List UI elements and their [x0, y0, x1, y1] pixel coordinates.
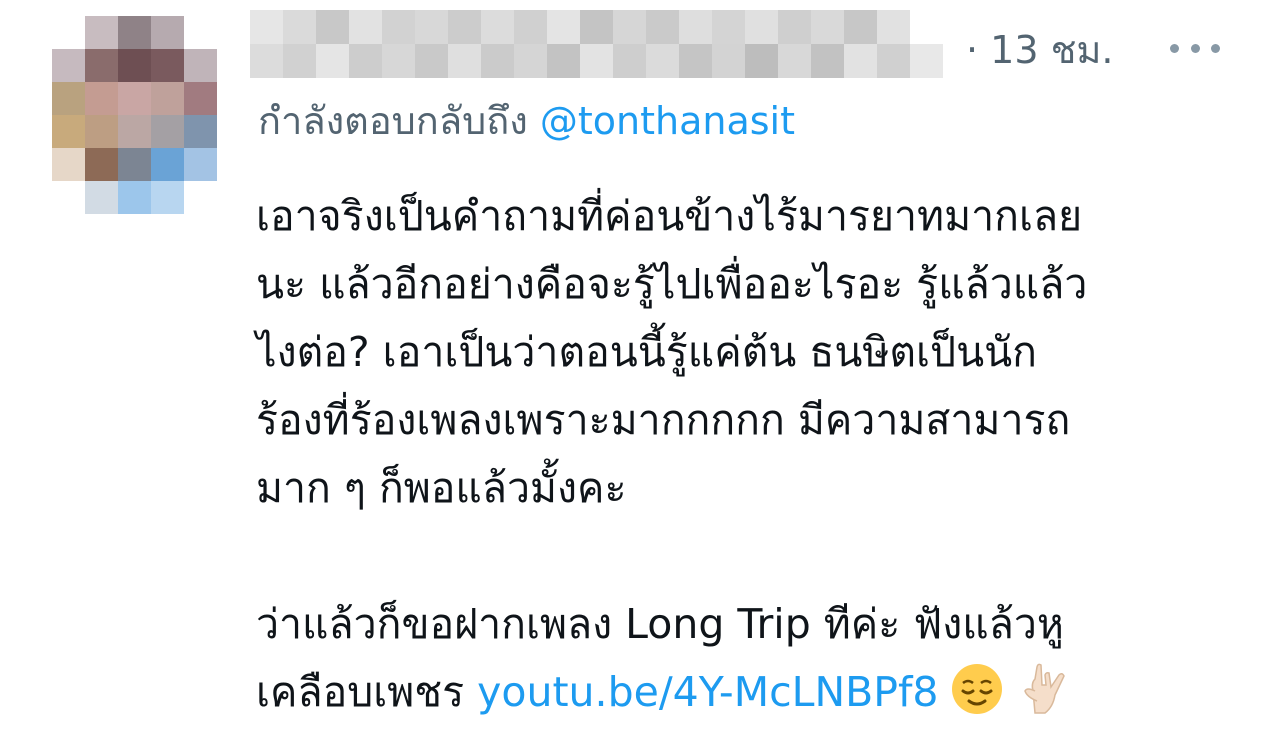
name-blur-pixel: [811, 10, 844, 44]
name-blur-pixel: [448, 44, 481, 78]
avatar-pixel: [184, 49, 217, 82]
more-horizontal-icon: [1190, 43, 1200, 53]
name-blur-pixel: [481, 10, 514, 44]
name-blur-pixel: [514, 10, 547, 44]
name-blur-pixel: [613, 10, 646, 44]
tweet-text: เอาจริงเป็นคำถามที่ค่อนข้างไร้มารยาทมากเ…: [256, 182, 1256, 726]
avatar-pixel: [151, 49, 184, 82]
replying-to-label: กำลังตอบกลับถึง: [258, 99, 540, 143]
avatar-pixel: [151, 82, 184, 115]
name-blur-pixel: [283, 44, 316, 78]
name-blur-pixel: [415, 10, 448, 44]
name-blur-pixel: [382, 10, 415, 44]
name-blur-pixel: [679, 10, 712, 44]
tweet-line: ว่าแล้วก็ขอฝากเพลง Long Trip ทีค่ะ ฟังแล…: [256, 600, 1064, 648]
name-blur-pixel: [910, 44, 943, 78]
name-blur-pixel: [712, 10, 745, 44]
avatar-pixel: [118, 148, 151, 181]
more-horizontal-icon: [1170, 43, 1179, 53]
avatar-pixel: [52, 115, 85, 148]
mention-link[interactable]: @tonthanasit: [540, 99, 795, 143]
name-blur-pixel: [349, 44, 382, 78]
name-blur-pixel: [745, 44, 778, 78]
avatar-pixel: [184, 148, 217, 181]
avatar-pixel: [184, 115, 217, 148]
relieved-face-icon: [949, 661, 1005, 717]
avatar-pixel: [85, 148, 118, 181]
name-blur-pixel: [382, 44, 415, 78]
avatar-pixel: [184, 181, 217, 214]
name-blur-pixel: [877, 10, 910, 44]
display-name-blurred[interactable]: [250, 10, 945, 78]
avatar-pixel: [52, 16, 85, 49]
avatar-pixel: [118, 49, 151, 82]
avatar-pixel: [118, 16, 151, 49]
name-blur-pixel: [745, 10, 778, 44]
name-blur-pixel: [547, 44, 580, 78]
avatar-pixel: [85, 181, 118, 214]
avatar-pixel: [184, 82, 217, 115]
avatar-pixel: [151, 16, 184, 49]
tweet-line: ร้องที่ร้องเพลงเพราะมากกกกก มีความสามารถ: [256, 396, 1071, 444]
name-blur-pixel: [811, 44, 844, 78]
avatar-pixel: [52, 148, 85, 181]
name-blur-pixel: [448, 10, 481, 44]
avatar-pixel: [85, 82, 118, 115]
name-blur-pixel: [679, 44, 712, 78]
tweet-line: มาก ๆ ก็พอแล้วมั้งคะ: [256, 464, 627, 512]
name-blur-pixel: [712, 44, 745, 78]
avatar[interactable]: [52, 16, 218, 214]
name-blur-pixel: [415, 44, 448, 78]
name-blur-pixel: [646, 44, 679, 78]
avatar-pixel: [52, 181, 85, 214]
name-blur-pixel: [250, 44, 283, 78]
avatar-pixel: [151, 115, 184, 148]
love-you-gesture-icon: [1015, 661, 1071, 717]
name-blur-pixel: [877, 44, 910, 78]
name-blur-pixel: [547, 10, 580, 44]
avatar-pixel: [52, 49, 85, 82]
name-blur-pixel: [613, 44, 646, 78]
avatar-pixel: [118, 115, 151, 148]
more-horizontal-icon: [1211, 43, 1220, 53]
name-blur-pixel: [316, 44, 349, 78]
name-blur-pixel: [580, 10, 613, 44]
name-blur-pixel: [778, 10, 811, 44]
name-blur-pixel: [778, 44, 811, 78]
avatar-pixel: [85, 16, 118, 49]
avatar-pixel: [118, 82, 151, 115]
more-options-button[interactable]: [1170, 30, 1220, 66]
tweet-line: เอาจริงเป็นคำถามที่ค่อนข้างไร้มารยาทมากเ…: [256, 192, 1083, 240]
avatar-pixel: [85, 115, 118, 148]
name-blur-pixel: [349, 10, 382, 44]
tweet-line-text: เคลือบเพชร: [256, 668, 478, 716]
avatar-pixel: [118, 181, 151, 214]
name-blur-pixel: [481, 44, 514, 78]
name-blur-pixel: [514, 44, 547, 78]
avatar-pixel: [184, 16, 217, 49]
name-blur-pixel: [844, 44, 877, 78]
youtube-link[interactable]: youtu.be/4Y-McLNBPf8: [477, 668, 938, 716]
name-blur-pixel: [844, 10, 877, 44]
avatar-pixel: [85, 49, 118, 82]
name-blur-pixel: [580, 44, 613, 78]
replying-to: กำลังตอบกลับถึง @tonthanasit: [258, 96, 795, 146]
tweet-line: นะ แล้วอีกอย่างคือจะรู้ไปเพื่ออะไรอะ รู้…: [256, 260, 1088, 308]
name-blur-pixel: [316, 10, 349, 44]
name-blur-pixel: [283, 10, 316, 44]
name-blur-pixel: [910, 10, 943, 44]
avatar-pixel: [52, 82, 85, 115]
avatar-pixel: [151, 148, 184, 181]
tweet-timestamp[interactable]: · 13 ชม.: [966, 26, 1114, 74]
tweet-line-with-link: เคลือบเพชร youtu.be/4Y-McLNBPf8: [256, 658, 1256, 726]
avatar-pixel: [151, 181, 184, 214]
name-blur-pixel: [250, 10, 283, 44]
tweet-line: ไงต่อ? เอาเป็นว่าตอนนี้รู้แค่ต้น ธนษิตเป…: [256, 328, 1037, 376]
name-blur-pixel: [646, 10, 679, 44]
